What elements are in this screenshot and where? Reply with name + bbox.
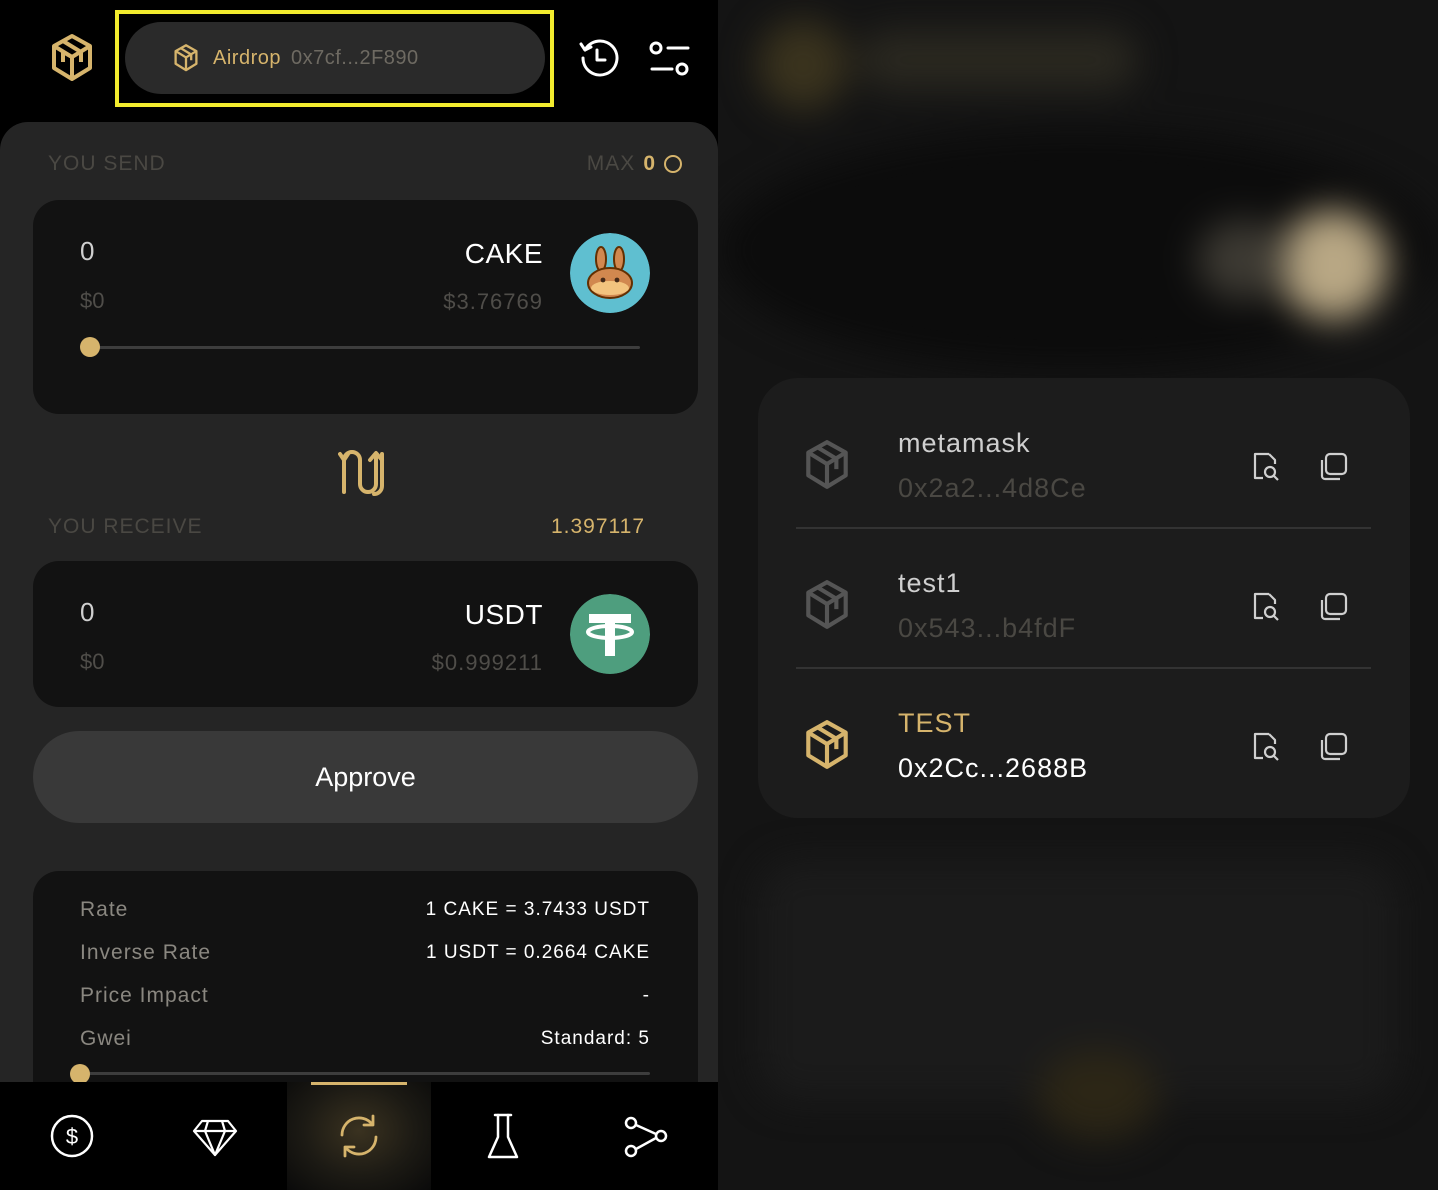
bottom-nav: $ [0, 1082, 718, 1190]
svg-text:$: $ [66, 1124, 78, 1149]
max-label: MAX [586, 152, 636, 175]
refresh-circle-icon [664, 155, 682, 173]
receive-amount: 0 [80, 597, 95, 627]
account-row[interactable]: metamask 0x2a2...4d8Ce [796, 388, 1371, 528]
account-address: 0x7cf...2F890 [290, 46, 419, 69]
gwei-slider-knob[interactable] [70, 1064, 90, 1084]
usdt-token-icon[interactable] [570, 594, 650, 674]
wallet-logo-icon [806, 720, 848, 769]
account-switcher-panel: metamask 0x2a2...4d8Ce test1 0x543...b4f… [718, 0, 1438, 1190]
info-value: Standard: 5 [540, 1028, 650, 1049]
copy-icon[interactable] [1318, 590, 1350, 622]
swap-direction-icon[interactable] [338, 446, 392, 500]
info-key: Gwei [80, 1027, 132, 1050]
info-value: 1 CAKE = 3.7433 USDT [425, 899, 650, 920]
account-logo-icon [174, 44, 198, 72]
send-token-price: $3.76769 [443, 289, 543, 314]
account-name: Airdrop [213, 46, 281, 69]
nav-labs[interactable] [431, 1082, 575, 1190]
wallet-logo-icon [806, 580, 848, 629]
receive-amount-usd: $0 [80, 649, 105, 674]
nav-wallet[interactable]: $ [0, 1082, 144, 1190]
nav-nft[interactable] [144, 1082, 288, 1190]
info-value: - [642, 985, 650, 1006]
send-token-symbol[interactable]: CAKE [465, 238, 543, 270]
send-amount-input[interactable]: 0 [80, 236, 94, 267]
receive-token-price: $0.999211 [431, 650, 543, 675]
nav-share[interactable] [574, 1082, 718, 1190]
account-row-name: metamask [898, 428, 1031, 458]
swap-panel: Airdrop 0x7cf...2F890 YOU SEND MAX 0 0 $… [0, 0, 718, 1190]
account-row-name: TEST [898, 708, 972, 738]
diamond-icon [193, 1119, 238, 1157]
account-row-active[interactable]: TEST 0x2Cc...2688B [796, 668, 1371, 808]
cake-token-icon[interactable] [570, 233, 650, 313]
copy-icon[interactable] [1318, 730, 1350, 762]
info-row-inverse-rate: Inverse Rate 1 USDT = 0.2664 CAKE [80, 941, 650, 965]
receive-token-symbol[interactable]: USDT [465, 599, 543, 631]
top-bar: Airdrop 0x7cf...2F890 [0, 0, 718, 122]
send-amount-usd: $0 [80, 288, 105, 313]
send-slider-track[interactable] [90, 346, 640, 349]
approve-button[interactable]: Approve [33, 731, 698, 823]
copy-icon[interactable] [1318, 450, 1350, 482]
wallet-logo-icon [806, 440, 848, 489]
info-key: Price Impact [80, 984, 209, 1007]
share-icon [624, 1116, 668, 1158]
you-send-label: YOU SEND [48, 152, 166, 175]
info-row-price-impact: Price Impact - [80, 984, 650, 1008]
swap-icon [340, 1114, 378, 1158]
dollar-icon: $ [50, 1114, 94, 1158]
account-row[interactable]: test1 0x543...b4fdF [796, 528, 1371, 668]
max-value: 0 [643, 152, 656, 175]
history-icon[interactable] [578, 36, 622, 80]
account-row-address: 0x2Cc...2688B [898, 753, 1089, 783]
flask-icon [487, 1113, 518, 1159]
info-value: 1 USDT = 0.2664 CAKE [425, 942, 650, 963]
nav-swap[interactable] [287, 1082, 431, 1190]
you-receive-label: YOU RECEIVE [48, 515, 203, 538]
account-selector[interactable]: Airdrop 0x7cf...2F890 [125, 22, 545, 94]
settings-sliders-icon[interactable] [648, 38, 692, 80]
view-explorer-icon[interactable] [1249, 590, 1281, 622]
view-explorer-icon[interactable] [1249, 450, 1281, 482]
info-row-rate: Rate 1 CAKE = 3.7433 USDT [80, 898, 650, 922]
gwei-slider-track[interactable] [80, 1072, 650, 1075]
account-row-address: 0x543...b4fdF [898, 613, 1077, 643]
app-logo-icon [52, 34, 92, 81]
account-row-name: test1 [898, 568, 962, 598]
info-key: Rate [80, 898, 129, 921]
info-key: Inverse Rate [80, 941, 212, 964]
view-explorer-icon[interactable] [1249, 730, 1281, 762]
account-row-address: 0x2a2...4d8Ce [898, 473, 1087, 503]
send-slider-knob[interactable] [80, 337, 100, 357]
send-token-box: 0 $0 CAKE $3.76769 [33, 200, 698, 414]
account-list: metamask 0x2a2...4d8Ce test1 0x543...b4f… [758, 378, 1410, 818]
receive-token-box: 0 $0 USDT $0.999211 [33, 561, 698, 707]
receive-value: 1.397117 [550, 515, 645, 538]
info-row-gwei: Gwei Standard: 5 [80, 1027, 650, 1051]
max-button[interactable]: MAX 0 [587, 152, 682, 176]
